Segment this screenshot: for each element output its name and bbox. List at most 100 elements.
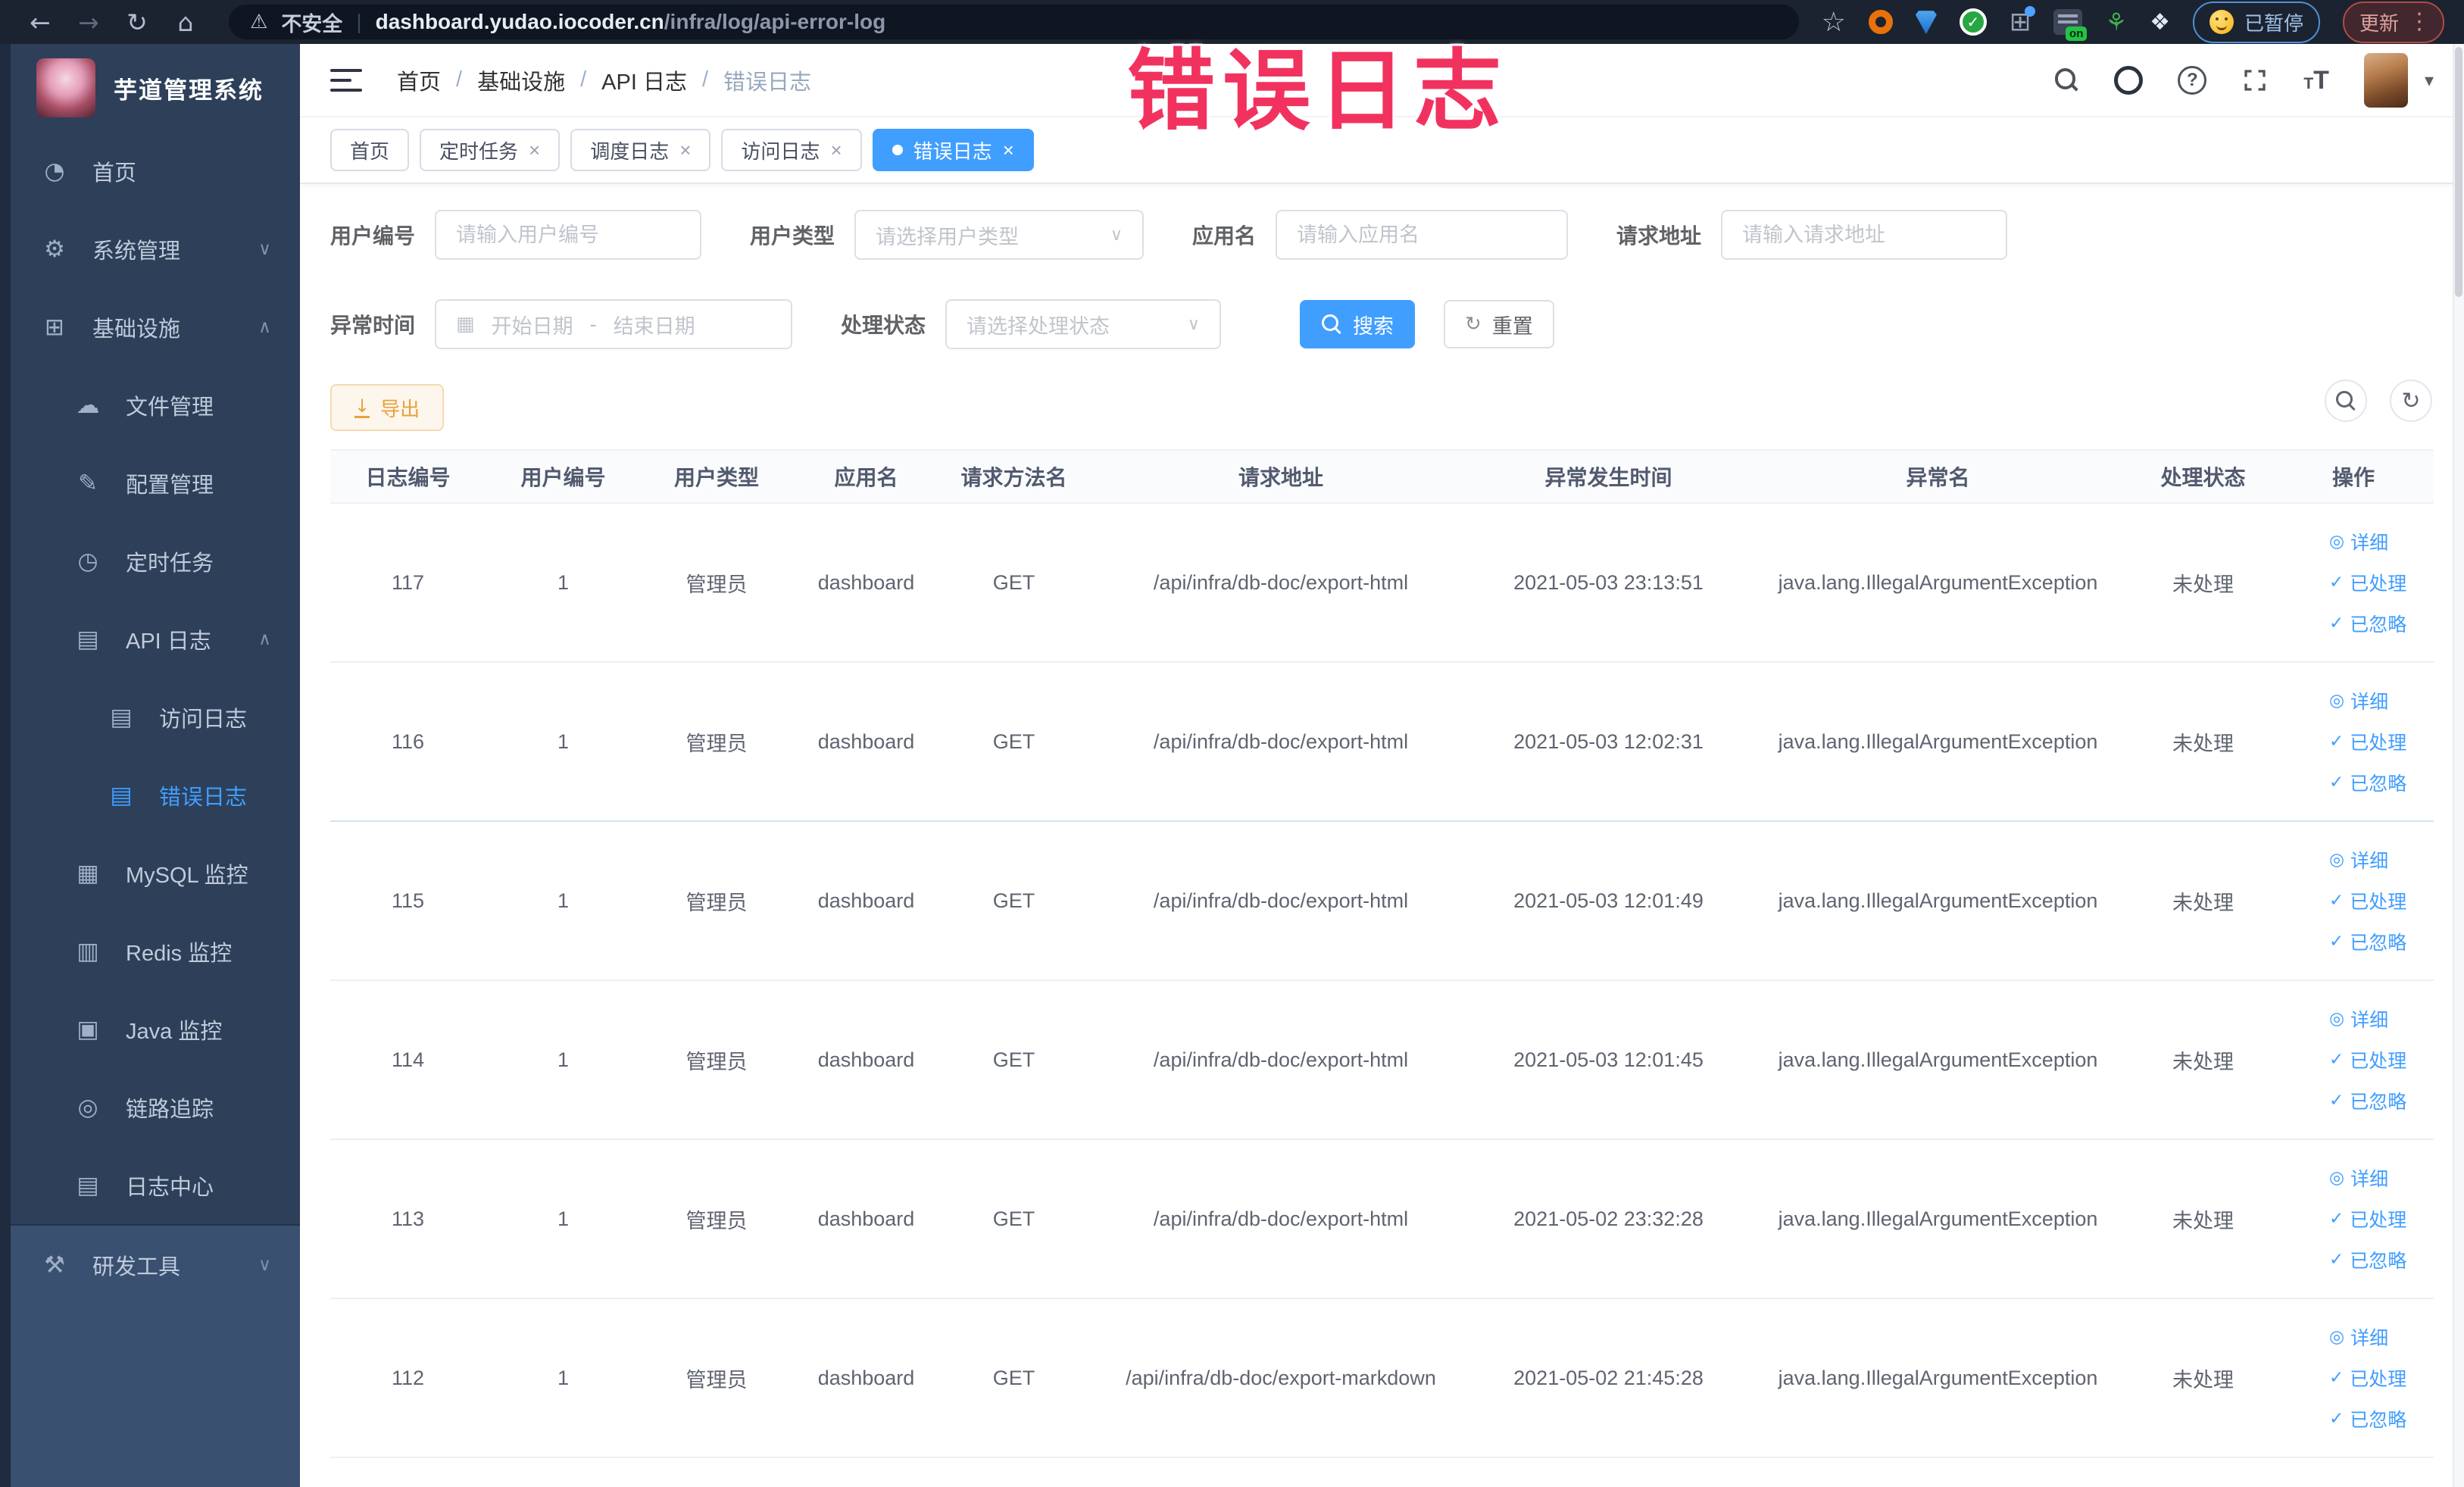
tab-label: 访问日志 xyxy=(741,139,820,163)
detail-link[interactable]: ◎ 详细 xyxy=(2329,1323,2388,1351)
sidebar-item-home[interactable]: ◔ 首页 xyxy=(11,132,300,210)
extension-grid-icon[interactable]: ⊞ xyxy=(2010,6,2036,35)
sidebar-item-label: 访问日志 xyxy=(159,707,248,732)
sidebar-item-trace[interactable]: ◎ 链路追踪 xyxy=(11,1068,300,1146)
processed-link[interactable]: ✓ 已处理 xyxy=(2329,1046,2406,1073)
processed-link[interactable]: ✓ 已处理 xyxy=(2329,887,2406,914)
cell-app: dashboard xyxy=(817,1366,915,1389)
ignored-link[interactable]: ✓ 已忽略 xyxy=(2329,1405,2406,1432)
ignored-link[interactable]: ✓ 已忽略 xyxy=(2329,1246,2406,1273)
action-label: 详细 xyxy=(2350,692,2389,713)
process-status-select[interactable]: 请选择处理状态 ∨ xyxy=(945,299,1222,349)
tab-scheduled-task[interactable]: 定时任务 × xyxy=(420,129,561,171)
processed-link[interactable]: ✓ 已处理 xyxy=(2329,728,2406,755)
toggle-search-button[interactable] xyxy=(2325,380,2367,422)
font-size-icon[interactable]: TT xyxy=(2303,67,2329,93)
extension-leaf-icon[interactable]: ⚘ xyxy=(2105,8,2127,36)
processed-link[interactable]: ✓ 已处理 xyxy=(2329,1205,2406,1232)
ignored-link[interactable]: ✓ 已忽略 xyxy=(2329,769,2406,796)
sidebar-item-redis-monitor[interactable]: ▥ Redis 监控 xyxy=(11,912,300,990)
tab-close-icon[interactable]: × xyxy=(1003,139,1014,162)
extension-shield-icon[interactable] xyxy=(1915,11,1937,34)
sidebar-item-label: 研发工具 xyxy=(92,1254,181,1279)
ignored-link[interactable]: ✓ 已忽略 xyxy=(2329,928,2406,955)
help-icon[interactable]: ? xyxy=(2178,65,2207,95)
tab-close-icon[interactable]: × xyxy=(529,139,540,162)
extension-orange-icon[interactable] xyxy=(1868,10,1893,34)
browser-menu-icon[interactable]: ⋮ xyxy=(2408,11,2431,33)
user-type-select[interactable]: 请选择用户类型 ∨ xyxy=(854,210,1145,260)
address-bar[interactable]: ⚠ 不安全 | dashboard.yudao.iocoder.cn/infra… xyxy=(229,5,1799,39)
tab-home[interactable]: 首页 xyxy=(330,129,410,171)
tab-close-icon[interactable]: × xyxy=(679,139,691,162)
github-icon[interactable] xyxy=(2114,65,2144,95)
column-header: 异常发生时间 xyxy=(1544,466,1672,489)
ignored-link[interactable]: ✓ 已忽略 xyxy=(2329,1087,2406,1114)
user-id-input[interactable] xyxy=(435,210,702,260)
sidebar-item-system-manage[interactable]: ⚙ 系统管理 ∨ xyxy=(11,210,300,288)
row-actions: ◎ 详细 ✓ 已处理 ✓ 已忽略 xyxy=(2273,1323,2434,1432)
sidebar-logo[interactable]: 芋道管理系统 xyxy=(11,44,300,132)
detail-link[interactable]: ◎ 详细 xyxy=(2329,1005,2388,1032)
sidebar-menu: ◔ 首页 ⚙ 系统管理 ∨ ⊞ 基础设施 ∧ ☁ 文件管理 ✎ 配置管理 ◷ 定… xyxy=(11,132,300,1224)
request-url-input[interactable] xyxy=(1721,210,2008,260)
table-body: 117 1 管理员 dashboard GET/api/infra/db-doc/exp… xyxy=(330,504,2434,1458)
breadcrumb-item[interactable]: API 日志 xyxy=(601,64,687,96)
chevron-down-icon[interactable]: ▾ xyxy=(2425,70,2434,91)
hamburger-icon[interactable] xyxy=(330,68,362,92)
sidebar-item-infrastructure[interactable]: ⊞ 基础设施 ∧ xyxy=(11,288,300,366)
tab-schedule-log[interactable]: 调度日志 × xyxy=(570,129,711,171)
tab-close-icon[interactable]: × xyxy=(830,139,842,162)
detail-link[interactable]: ◎ 详细 xyxy=(2329,846,2388,873)
back-icon[interactable]: ← xyxy=(20,8,61,37)
paused-badge[interactable]: 已暂停 xyxy=(2192,1,2320,43)
reload-icon[interactable]: ↻ xyxy=(117,8,158,37)
cell-status: 未处理 xyxy=(2172,1209,2234,1232)
sidebar-item-config-manage[interactable]: ✎ 配置管理 xyxy=(11,444,300,522)
chevron-up-icon: ∧ xyxy=(258,629,271,649)
extensions-puzzle-icon[interactable]: ❖ xyxy=(2150,9,2170,36)
sidebar-item-error-log[interactable]: ▤ 错误日志 xyxy=(11,756,300,834)
detail-link[interactable]: ◎ 详细 xyxy=(2329,1164,2388,1192)
detail-link[interactable]: ◎ 详细 xyxy=(2329,528,2388,555)
sidebar-item-dev-tools[interactable]: ⚒ 研发工具 ∨ xyxy=(11,1226,300,1304)
eye-icon: ◎ xyxy=(2329,850,2345,870)
update-badge[interactable]: 更新 ⋮ xyxy=(2342,1,2444,43)
fullscreen-icon[interactable] xyxy=(2241,67,2269,94)
breadcrumb-item[interactable]: 首页 xyxy=(397,64,441,96)
export-button[interactable]: ↓ 导出 xyxy=(330,384,445,431)
processed-link[interactable]: ✓ 已处理 xyxy=(2329,1364,2406,1392)
extension-switch-icon[interactable]: on xyxy=(2053,9,2088,41)
sidebar-item-java-monitor[interactable]: ▣ Java 监控 xyxy=(11,990,300,1068)
reset-button[interactable]: ↻ 重置 xyxy=(1444,300,1554,348)
extension-check-icon[interactable]: ✓ xyxy=(1959,8,1987,36)
refresh-table-button[interactable]: ↻ xyxy=(2390,380,2432,422)
search-icon[interactable] xyxy=(2053,67,2079,93)
search-button[interactable]: 搜索 xyxy=(1300,300,1416,348)
exception-time-range-picker[interactable]: ▦ 开始日期 - 结束日期 xyxy=(435,299,793,349)
action-label: 已处理 xyxy=(2350,1051,2407,1072)
request-url-label: 请求地址 xyxy=(1616,224,1702,248)
sidebar-item-api-log[interactable]: ▤ API 日志 ∧ xyxy=(11,600,300,678)
sidebar-item-file-manage[interactable]: ☁ 文件管理 xyxy=(11,366,300,444)
avatar[interactable] xyxy=(2363,52,2408,108)
breadcrumb-separator: / xyxy=(580,67,587,92)
sidebar-item-log-center[interactable]: ▤ 日志中心 xyxy=(11,1146,300,1224)
breadcrumb-item[interactable]: 基础设施 xyxy=(477,64,565,96)
processed-link[interactable]: ✓ 已处理 xyxy=(2329,569,2406,596)
sidebar-item-access-log[interactable]: ▤ 访问日志 xyxy=(11,678,300,756)
tab-error-log[interactable]: 错误日志 × xyxy=(872,129,1034,171)
sidebar-item-mysql-monitor[interactable]: ▦ MySQL 监控 xyxy=(11,834,300,912)
forward-icon[interactable]: → xyxy=(68,8,109,37)
cell-status: 未处理 xyxy=(2172,1050,2234,1073)
cell-user-id: 1 xyxy=(557,1366,570,1389)
home-icon[interactable]: ⌂ xyxy=(165,8,206,37)
ignored-link[interactable]: ✓ 已忽略 xyxy=(2329,610,2406,637)
scrollbar-thumb[interactable] xyxy=(2455,47,2462,297)
sidebar-item-scheduled-task[interactable]: ◷ 定时任务 xyxy=(11,522,300,600)
bookmark-star-icon[interactable]: ☆ xyxy=(1822,7,1846,38)
sidebar: 芋道管理系统 ◔ 首页 ⚙ 系统管理 ∨ ⊞ 基础设施 ∧ ☁ 文件管理 ✎ 配… xyxy=(0,44,300,1487)
app-name-input[interactable] xyxy=(1276,210,1569,260)
tab-access-log[interactable]: 访问日志 × xyxy=(721,129,862,171)
detail-link[interactable]: ◎ 详细 xyxy=(2329,687,2388,714)
